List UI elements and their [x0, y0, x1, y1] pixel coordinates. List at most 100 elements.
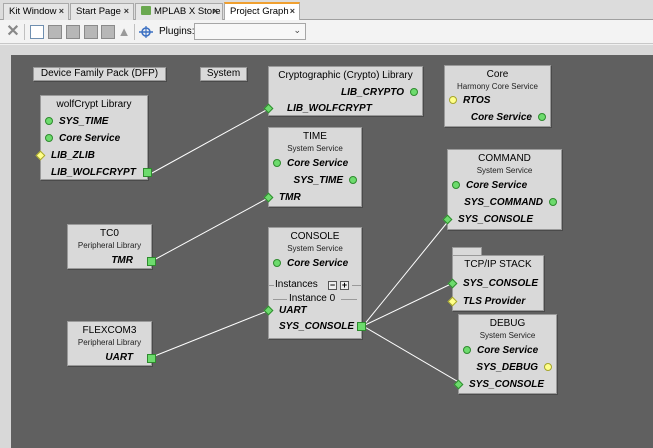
- delete-icon[interactable]: ✕: [6, 24, 20, 40]
- dependency-sys-console: SYS_CONSOLE: [463, 278, 539, 289]
- component-title: DEBUG: [489, 318, 526, 329]
- tab-label: Project Graph: [230, 6, 289, 17]
- tab-kit-window[interactable]: Kit Window ×: [3, 3, 69, 20]
- remove-instance-button[interactable]: −: [328, 281, 337, 290]
- component-subtitle: Peripheral Library: [77, 338, 142, 347]
- add-component-icon[interactable]: [30, 25, 44, 39]
- graph-toolbar: ✕ ▲ Plugins: ⌄: [0, 20, 653, 44]
- component-title: FLEXCOM3: [82, 325, 137, 336]
- component-title: COMMAND: [478, 153, 531, 164]
- component-tcpip-stack[interactable]: TCP/IP STACK SYS_CONSOLE TLS Provider: [447, 255, 544, 311]
- connector-core-service[interactable]: [538, 113, 546, 121]
- connector-uart[interactable]: [147, 354, 156, 363]
- dependency-lib-wolfcrypt: LIB_WOLFCRYPT: [287, 103, 372, 114]
- tab-start-page[interactable]: Start Page ×: [70, 3, 134, 20]
- component-time[interactable]: TIME System Service Core Service SYS_TIM…: [263, 127, 362, 207]
- system-label: System: [206, 68, 241, 79]
- close-icon[interactable]: ×: [124, 4, 129, 19]
- connector-tmr[interactable]: [147, 257, 156, 266]
- capability-lib-wolfcrypt: LIB_WOLFCRYPT: [51, 167, 136, 178]
- component-debug[interactable]: DEBUG System Service Core Service SYS_DE…: [453, 314, 557, 394]
- component-title: CONSOLE: [290, 231, 340, 242]
- move-out-of-group-icon[interactable]: [101, 25, 115, 39]
- capability-sys-command: SYS_COMMAND: [464, 197, 543, 208]
- dependency-core-service: Core Service: [466, 180, 528, 191]
- add-instance-button[interactable]: +: [340, 281, 349, 290]
- connector-lib-wolfcrypt[interactable]: [143, 168, 152, 177]
- component-title: Cryptographic (Crypto) Library: [278, 70, 413, 81]
- connector-rtos[interactable]: [449, 96, 457, 104]
- system-group-label[interactable]: System: [200, 67, 247, 81]
- component-tc0[interactable]: TC0 Peripheral Library TMR: [67, 224, 156, 269]
- close-icon[interactable]: ×: [290, 4, 295, 19]
- tab-label: MPLAB X Store: [154, 6, 221, 17]
- connector-sys-time[interactable]: [45, 117, 53, 125]
- capability-tmr: TMR: [111, 255, 133, 266]
- close-icon[interactable]: ×: [59, 4, 64, 19]
- connector-core-service[interactable]: [452, 181, 460, 189]
- component-console[interactable]: CONSOLE System Service Core Service Inst…: [263, 227, 366, 339]
- dependency-lib-crypto: LIB_CRYPTO: [341, 87, 404, 98]
- connector-sys-debug[interactable]: [544, 363, 552, 371]
- toolbar-separator: [24, 24, 25, 40]
- tab-label: Kit Window: [9, 6, 57, 17]
- component-subtitle: System Service: [479, 331, 536, 340]
- chevron-down-icon: ⌄: [293, 25, 301, 35]
- dependency-rtos: RTOS: [463, 95, 491, 106]
- component-subtitle: System Service: [476, 166, 533, 175]
- dependency-tls-provider: TLS Provider: [463, 296, 526, 307]
- component-command[interactable]: COMMAND System Service Core Service SYS_…: [442, 149, 562, 230]
- plugins-label: Plugins:: [159, 26, 195, 37]
- connector-sys-time[interactable]: [349, 176, 357, 184]
- tab-label: Start Page: [76, 6, 121, 17]
- plugins-dropdown[interactable]: ⌄: [194, 23, 306, 40]
- dependency-core-service: Core Service: [287, 158, 349, 169]
- component-flexcom3[interactable]: FLEXCOM3 Peripheral Library UART: [67, 321, 156, 366]
- component-subtitle: System Service: [287, 144, 343, 153]
- connector-sys-command[interactable]: [549, 198, 557, 206]
- capability-uart: UART: [105, 352, 133, 363]
- component-subtitle: Harmony Core Service: [457, 82, 538, 91]
- dependency-sys-time: SYS_TIME: [59, 116, 109, 127]
- component-wolfcrypt[interactable]: wolfCrypt Library SYS_TIME Core Service …: [35, 95, 152, 180]
- component-title: wolfCrypt Library: [56, 99, 132, 110]
- connector-core-service[interactable]: [45, 134, 53, 142]
- component-title: Core: [486, 69, 509, 80]
- editor-tab-bar: Kit Window × Start Page × MPLAB X Store …: [0, 0, 653, 21]
- divider: [269, 285, 274, 286]
- connector-sys-console[interactable]: [357, 322, 366, 331]
- move-up-icon[interactable]: ▲: [117, 25, 131, 39]
- component-title: TC0: [100, 228, 119, 239]
- divider: [341, 299, 357, 300]
- group-folder-tab: [452, 247, 482, 255]
- dependency-sys-console: SYS_CONSOLE: [458, 214, 534, 225]
- connector-lib-crypto[interactable]: [410, 88, 418, 96]
- tab-mplab-x-store[interactable]: MPLAB X Store ×: [135, 3, 223, 20]
- connector-core-service[interactable]: [463, 346, 471, 354]
- component-core[interactable]: Core Harmony Core Service RTOS Core Serv…: [444, 65, 551, 127]
- tab-project-graph[interactable]: Project Graph ×: [224, 2, 300, 21]
- capability-sys-time: SYS_TIME: [293, 175, 343, 186]
- instances-bar: Instances − +: [269, 278, 361, 292]
- store-cart-icon: [141, 6, 151, 15]
- connector-core-service[interactable]: [273, 159, 281, 167]
- move-into-group-icon[interactable]: [84, 25, 98, 39]
- toolbar-separator: [134, 24, 135, 40]
- divider: [352, 285, 361, 286]
- close-icon[interactable]: ×: [213, 4, 218, 19]
- ungroup-icon[interactable]: [66, 25, 80, 39]
- component-subtitle: Peripheral Library: [77, 241, 142, 250]
- divider: [273, 299, 287, 300]
- capability-sys-console: SYS_CONSOLE: [279, 321, 355, 332]
- dependency-core-service: Core Service: [287, 258, 349, 269]
- component-title: TCP/IP STACK: [464, 259, 532, 270]
- dfp-group-label[interactable]: Device Family Pack (DFP): [33, 67, 166, 81]
- group-icon[interactable]: [48, 25, 62, 39]
- component-crypto[interactable]: Cryptographic (Crypto) Library LIB_CRYPT…: [263, 66, 423, 116]
- layout-graph-icon[interactable]: [139, 25, 153, 39]
- dependency-lib-zlib: LIB_ZLIB: [51, 150, 95, 161]
- instances-label: Instances: [275, 279, 318, 290]
- connector-core-service[interactable]: [273, 259, 281, 267]
- dependency-core-service: Core Service: [59, 133, 121, 144]
- capability-core-service: Core Service: [470, 112, 532, 123]
